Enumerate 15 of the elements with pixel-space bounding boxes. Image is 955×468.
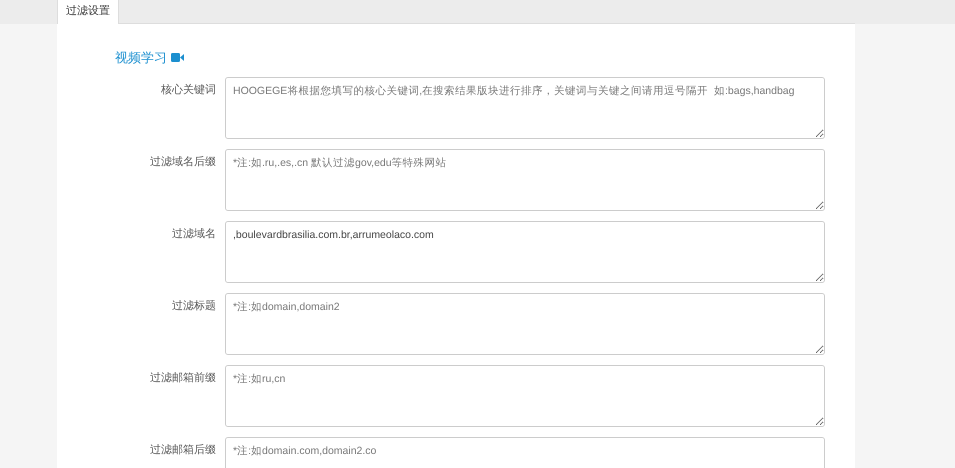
input-field[interactable]: ,boulevardbrasilia.com.br,arrumeolaco.com bbox=[225, 220, 825, 282]
input-field[interactable]: *注:如ru,cn bbox=[225, 364, 825, 426]
field-label: 过滤邮箱后缀 bbox=[149, 442, 217, 458]
video-tutorial-link[interactable]: 视频学习 bbox=[115, 48, 167, 68]
video-camera-icon bbox=[171, 53, 184, 62]
input-field[interactable]: *注:如.ru,.es,.cn 默认过滤gov,edu等特殊网站 bbox=[225, 148, 825, 210]
field-label: 过滤邮箱前缀 bbox=[149, 370, 217, 386]
field-label: 过滤标题 bbox=[171, 298, 217, 314]
tab[interactable]: 过滤设置 bbox=[57, 0, 119, 25]
field-label: 过滤域名 bbox=[171, 226, 217, 242]
input-field[interactable]: HOOGEGE将根据您填写的核心关键词,在搜索结果版块进行排序，关键词与关键之间请用逗号隔开 如:bags,handbag bbox=[225, 76, 825, 138]
field-label: 核心关键词 bbox=[160, 82, 217, 98]
input-field[interactable]: *注:如domain,domain2 bbox=[225, 292, 825, 354]
field-label: 过滤域名后缀 bbox=[149, 154, 217, 170]
input-field[interactable]: *注:如domain.com,domain2.co bbox=[225, 436, 825, 468]
